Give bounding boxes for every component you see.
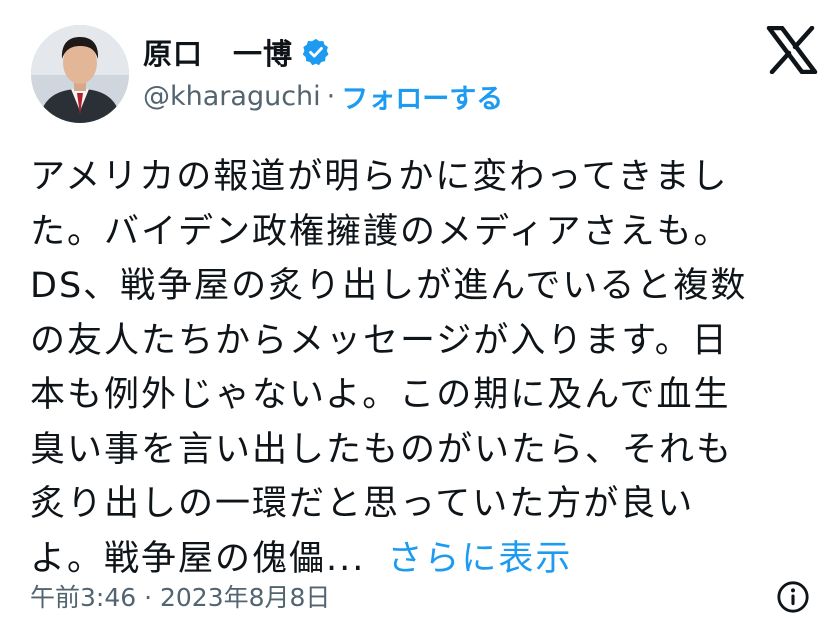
avatar[interactable] (31, 25, 129, 123)
tweet-text-line: 臭い事を言い出したものがいたら、それも (30, 429, 734, 470)
tweet-text: アメリカの報道が明らかに変わってきまし た。バイデン政権擁護のメディアさえも。 … (30, 150, 815, 586)
separator-dot: · (326, 80, 336, 112)
show-more-link[interactable]: さらに表示 (387, 539, 572, 579)
tweet-text-line: アメリカの報道が明らかに変わってきまし (30, 157, 729, 197)
tweet-text-line: 炙り出しの一環だと思っていた方が良い (30, 484, 695, 524)
author-name[interactable]: 原口 一博 (143, 31, 293, 73)
tweet-card: 原口 一博 @kharaguchi · フォローする アメリカの報道が明らかに変… (0, 0, 831, 630)
verified-badge-icon (302, 38, 329, 66)
author-handle-row: @kharaguchi · フォローする (143, 76, 503, 116)
follow-button[interactable]: フォローする (341, 77, 503, 116)
info-icon[interactable] (776, 580, 810, 614)
x-logo-icon[interactable] (766, 26, 818, 74)
tweet-text-line: 本も例外じゃないよ。この期に及んで血生 (30, 375, 731, 415)
tweet-text-line: よ。戦争屋の傀儡... (30, 538, 366, 579)
tweet-text-line: DS、戦争屋の炙り出しが進んでいると複数 (30, 266, 748, 306)
author-handle[interactable]: @kharaguchi (143, 81, 321, 112)
tweet-text-line: た。バイデン政権擁護のメディアさえも。 (30, 211, 731, 252)
tweet-timestamp[interactable]: 午前3:46 · 2023年8月8日 (30, 578, 330, 614)
author-name-row: 原口 一博 (143, 30, 331, 74)
avatar-image (31, 25, 129, 123)
tweet-text-line: の友人たちからメッセージが入ります。日 (30, 320, 729, 361)
